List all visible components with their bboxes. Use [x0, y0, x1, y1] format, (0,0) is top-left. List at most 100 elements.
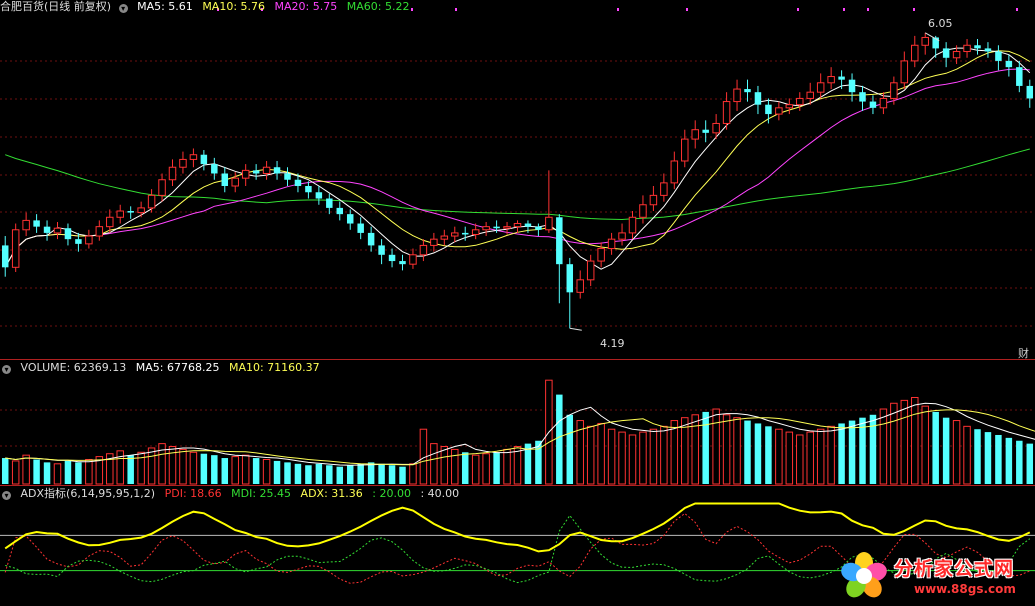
volume-bar-up [670, 420, 679, 485]
candle-body-up [482, 226, 490, 231]
volume-bar-up [963, 425, 971, 485]
volume-bar-down [211, 455, 218, 484]
candle-body-down [75, 239, 82, 244]
finance-tab[interactable]: 财 [1018, 345, 1029, 361]
candle-body-down [252, 170, 260, 174]
candle-body-down [838, 76, 845, 80]
candle-body-down [524, 223, 532, 227]
ma10-line [4, 50, 1031, 268]
candle-body-down [399, 261, 406, 265]
volume-bar-up [712, 408, 720, 485]
volume-bar-up [409, 463, 417, 485]
dropdown-icon[interactable]: ▾ [2, 365, 11, 374]
candle-body-down [346, 214, 354, 224]
candle-body-up [53, 227, 62, 234]
candle-body-down [200, 154, 208, 165]
candle-body-up [649, 194, 658, 206]
volume-label: VOLUME: 62369.13 [20, 361, 127, 374]
stock-title[interactable]: 合肥百货(日线 前复权) [0, 0, 111, 13]
volume-bar-down [378, 463, 385, 484]
signal-marker [455, 8, 457, 11]
volume-bar-up [179, 448, 187, 485]
candle-body-down [995, 51, 1002, 61]
candle-body-up [11, 229, 20, 268]
volume-bar-down [1016, 440, 1023, 484]
volume-bar-up [722, 414, 731, 485]
candle-body-down [1026, 85, 1034, 99]
volume-bar-up [952, 420, 961, 485]
volume-bar-down [326, 465, 333, 484]
volume-bar-up [241, 454, 250, 485]
candle-body-up [911, 44, 919, 62]
candle-body-down [754, 92, 762, 105]
volume-bar-up [11, 460, 20, 485]
volume-bar-up [53, 463, 62, 485]
volume-bar-down [64, 460, 72, 484]
adx-legend: ▾ ADX指标(6,14,95,95,1,2) PDI: 18.66 MDI: … [0, 487, 465, 501]
candle-body-up [639, 204, 647, 218]
signal-marker [1016, 8, 1018, 11]
candle-body-down [493, 226, 500, 229]
volume-bar-up [649, 428, 658, 485]
candle-body-up [168, 166, 177, 181]
volume-bar-down [1026, 443, 1034, 484]
volume-bar-up [775, 428, 783, 485]
candle-body-down [315, 192, 323, 199]
volume-bar-up [890, 402, 898, 485]
signal-marker [843, 8, 845, 11]
candle-body-up [158, 179, 166, 196]
candle-body-up [147, 194, 156, 209]
candle-body-up [785, 104, 794, 109]
adx-line [4, 502, 1031, 553]
candle-body-down [284, 173, 291, 180]
candle-body-down [336, 207, 344, 215]
candle-body-up [806, 91, 814, 99]
candle-body-up [890, 82, 898, 99]
volume-bar-down [221, 458, 229, 484]
flower-logo-icon [841, 552, 887, 598]
high-price-label: 6.05 [928, 17, 953, 30]
candle-body-down [1, 245, 9, 268]
volume-bar-up [451, 448, 459, 485]
candle-body-up [722, 101, 731, 124]
volume-bar-down [346, 465, 354, 484]
candle-body-down [765, 104, 772, 115]
dropdown-icon[interactable]: ▾ [2, 491, 11, 500]
mdi-label: MDI: 25.45 [231, 487, 292, 500]
volume-bar-down [294, 463, 302, 484]
volume-bar-up [816, 428, 825, 485]
volume-bar-down [273, 460, 281, 484]
dropdown-icon[interactable]: ▾ [118, 4, 128, 13]
adx-name-label[interactable]: ADX指标(6,14,95,95,1,2) [21, 487, 156, 500]
candle-body-down [859, 92, 866, 102]
candle-body-down [566, 264, 574, 293]
volume-bar-up [22, 454, 30, 485]
low-marker [569, 327, 582, 331]
candle-body-up [116, 210, 124, 218]
vol-ma10-label: MA10: 71160.37 [228, 361, 320, 374]
volume-bar-down [367, 462, 375, 484]
candle-body-up [189, 154, 198, 160]
candle-body-up [900, 60, 909, 84]
volume-bar-down [388, 465, 396, 484]
volume-bar-up [639, 431, 647, 485]
volume-bar-up [911, 396, 919, 485]
candle-body-down [461, 232, 469, 235]
candle-body-up [607, 238, 616, 250]
volume-bar-down [838, 423, 845, 484]
candle-body-down [357, 223, 364, 233]
volume-bar-down [315, 463, 323, 484]
volume-bar-up [806, 431, 814, 485]
volume-bar-down [252, 458, 260, 484]
candle-body-down [326, 198, 333, 208]
candle-body-up [712, 122, 720, 134]
volume-bar-up [262, 458, 271, 485]
candle-body-up [576, 279, 584, 293]
price-legend: 合肥百货(日线 前复权) ▾ MA5: 5.61 MA10: 5.76 MA20… [0, 0, 415, 14]
volume-bar-down [744, 420, 751, 484]
volume-bar-up [189, 451, 198, 485]
candle-body-up [231, 177, 239, 187]
candle-body-down [43, 226, 51, 233]
candle-body-down [556, 217, 563, 265]
candle-body-down [367, 232, 375, 246]
